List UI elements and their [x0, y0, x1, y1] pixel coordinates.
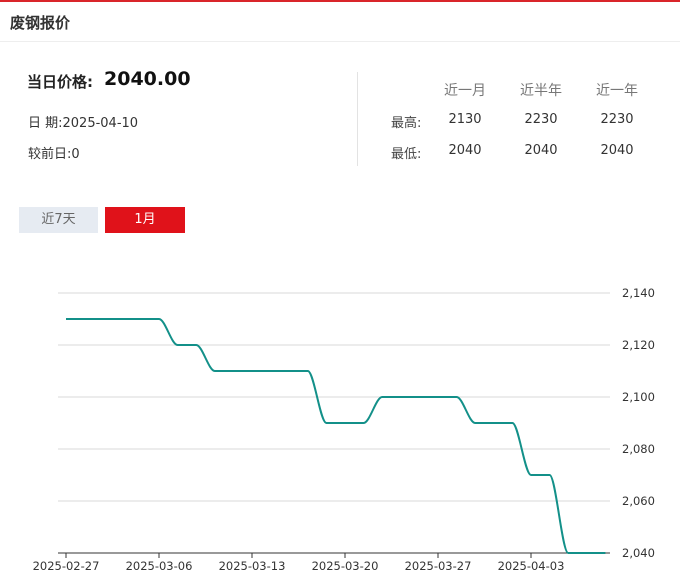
y-tick-label: 2,120: [622, 338, 655, 352]
x-tick-label: 2025-03-27: [405, 559, 472, 573]
x-tick-label: 2025-03-06: [126, 559, 193, 573]
x-tick-label: 2025-03-13: [219, 559, 286, 573]
y-tick-label: 2,040: [622, 546, 655, 560]
x-tick-label: 2025-02-27: [33, 559, 100, 573]
x-tick-label: 2025-03-20: [312, 559, 379, 573]
price-line-chart: 2,040 2,060 2,080 2,100 2,120 2,140 2025-02-2…: [33, 286, 655, 573]
y-tick-label: 2,080: [622, 442, 655, 456]
x-tick-label: 2025-04-03: [498, 559, 565, 573]
price-series-line: [65, 317, 606, 554]
y-tick-label: 2,060: [622, 494, 655, 508]
y-tick-label: 2,140: [622, 286, 655, 300]
y-tick-label: 2,100: [622, 390, 655, 404]
